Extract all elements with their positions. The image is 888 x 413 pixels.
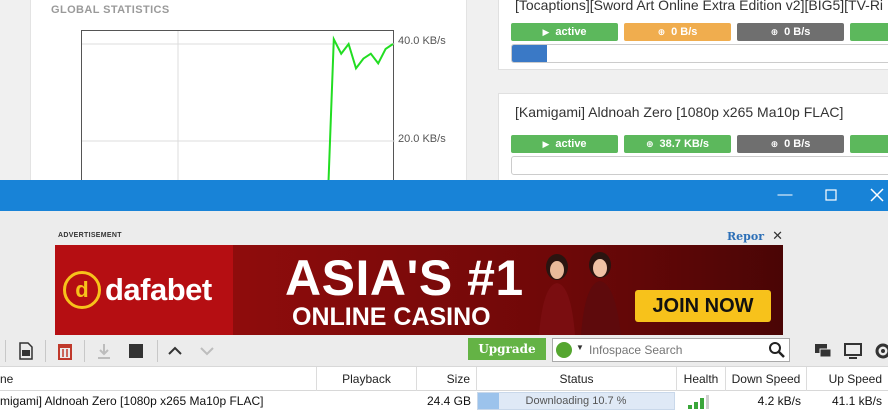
search-box: ▼ — [552, 338, 790, 362]
column-header-name[interactable]: ne — [0, 367, 317, 391]
torrent-card-title: [Tocaptions][Sword Art Online Extra Edit… — [515, 0, 884, 13]
web-ui-background: GLOBAL STATISTICS 40.0 KB/s 20.0 KB/s [T… — [0, 0, 888, 193]
column-header-down-speed[interactable]: Down Speed — [726, 367, 807, 391]
speed-chart — [81, 30, 395, 191]
play-icon: ▶ — [542, 139, 550, 149]
search-input[interactable] — [589, 341, 769, 359]
progress-fill — [512, 45, 547, 62]
status-progress-bar: Downloading 10.7 % — [477, 392, 675, 410]
download-speed-pill: ⊕ 38.7 KB/s — [624, 135, 731, 153]
toolbar-separator — [84, 340, 85, 362]
toolbar-separator — [157, 340, 158, 362]
toolbar: Upgrade ▼ — [0, 336, 888, 366]
toolbar-separator — [45, 340, 46, 362]
monitor-icon[interactable] — [842, 340, 864, 362]
ad-brand: dafabet — [105, 272, 212, 307]
column-header-up-speed[interactable]: Up Speed — [807, 367, 888, 391]
stop-icon[interactable] — [125, 340, 147, 362]
column-header-playback[interactable]: Playback — [317, 367, 417, 391]
gear-icon[interactable] — [872, 340, 888, 362]
column-header-size[interactable]: Size — [417, 367, 477, 391]
up-arrow-icon: ⊕ — [770, 139, 779, 149]
extra-pill — [850, 23, 888, 41]
toolbar-separator — [5, 340, 6, 362]
y-tick-label: 40.0 KB/s — [398, 35, 446, 47]
upload-speed-pill: ⊕ 0 B/s — [737, 135, 844, 153]
ad-banner[interactable]: d dafabet ASIA'S #1 ONLINE CASINO JOIN N… — [55, 245, 783, 335]
global-statistics-panel: GLOBAL STATISTICS 40.0 KB/s 20.0 KB/s — [30, 0, 467, 191]
state-pill[interactable]: ▶ active — [511, 135, 618, 153]
column-header-status[interactable]: Status — [477, 367, 677, 391]
extra-pill — [850, 135, 888, 153]
play-icon: ▶ — [542, 27, 550, 37]
torrent-list-header: ne Playback Size Status Health Down Spee… — [0, 366, 888, 391]
down-arrow-icon: ⊕ — [645, 139, 654, 149]
down-arrow-icon: ⊕ — [657, 27, 666, 37]
series-line — [327, 35, 394, 191]
utorrent-logo-icon[interactable] — [556, 342, 572, 358]
torrent-name: migami] Aldnoah Zero [1080p x265 Ma10p F… — [0, 394, 264, 408]
table-row[interactable]: migami] Aldnoah Zero [1080p x265 Ma10p F… — [0, 391, 888, 413]
ad-report-link[interactable]: Repor — [727, 230, 764, 243]
status-text: Downloading 10.7 % — [525, 395, 627, 407]
torrent-size: 24.4 GB — [426, 394, 471, 408]
ad-headline: ASIA'S #1 — [285, 250, 524, 306]
torrent-down-speed: 4.2 kB/s — [757, 394, 801, 408]
document-icon[interactable] — [15, 340, 37, 362]
progress-bar — [511, 156, 888, 175]
screenshot-root: GLOBAL STATISTICS 40.0 KB/s 20.0 KB/s [T… — [0, 0, 888, 413]
up-arrow-icon: ⊕ — [770, 27, 779, 37]
torrent-card: [Tocaptions][Sword Art Online Extra Edit… — [498, 0, 888, 70]
ad-subheadline: ONLINE CASINO — [292, 303, 491, 331]
search-icon[interactable] — [768, 341, 786, 359]
trash-icon[interactable] — [54, 340, 76, 362]
maximize-icon[interactable] — [808, 180, 854, 211]
chat-icon[interactable] — [812, 340, 834, 362]
download-icon[interactable] — [93, 340, 115, 362]
torrent-up-speed: 41.1 kB/s — [831, 394, 882, 408]
stats-title: GLOBAL STATISTICS — [51, 4, 170, 16]
ad-label: ADVERTISEMENT — [58, 232, 122, 239]
upgrade-button[interactable]: Upgrade — [468, 338, 546, 360]
speed-chart-svg — [82, 31, 395, 191]
models-image — [539, 252, 621, 335]
advertisement: ADVERTISEMENT Repor ✕ d dafabet ASIA'S #… — [55, 228, 783, 335]
chevron-up-icon[interactable] — [164, 340, 186, 362]
y-tick-label: 20.0 KB/s — [398, 133, 446, 145]
state-pill[interactable]: ▶ active — [511, 23, 618, 41]
close-icon[interactable] — [854, 180, 888, 211]
window-titlebar: — — [0, 180, 888, 211]
join-now-button[interactable]: JOIN NOW — [635, 290, 771, 322]
dafabet-logo-icon: d — [63, 271, 101, 309]
minimize-icon[interactable]: — — [762, 180, 808, 211]
torrent-card-title: [Kamigami] Aldnoah Zero [1080p x265 Ma10… — [515, 104, 844, 120]
chevron-down-icon[interactable] — [196, 340, 218, 362]
download-speed-pill: ⊕ 0 B/s — [624, 23, 731, 41]
health-bars-icon — [688, 395, 709, 409]
column-header-health[interactable]: Health — [677, 367, 726, 391]
torrent-card: [Kamigami] Aldnoah Zero [1080p x265 Ma10… — [498, 93, 888, 193]
progress-bar — [511, 44, 888, 63]
upload-speed-pill: ⊕ 0 B/s — [737, 23, 844, 41]
ad-logo-area: d dafabet — [55, 245, 233, 335]
close-ad-icon[interactable]: ✕ — [772, 228, 783, 244]
chevron-down-icon[interactable]: ▼ — [576, 343, 584, 352]
